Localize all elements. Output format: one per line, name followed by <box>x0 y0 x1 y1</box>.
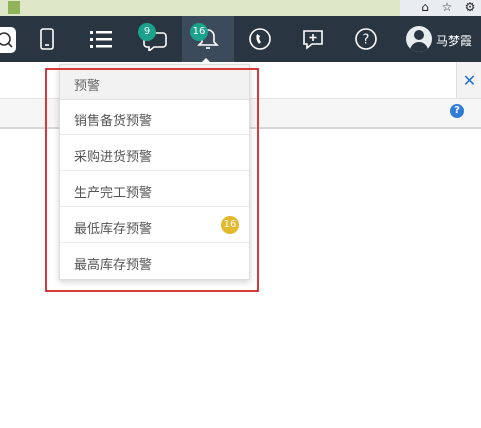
help-icon[interactable]: ? <box>450 104 464 118</box>
search-icon <box>0 32 13 48</box>
user-name[interactable]: 马梦霞 <box>436 32 472 49</box>
question-icon: ? <box>355 28 377 50</box>
messages-badge: 9 <box>138 23 156 41</box>
gear-icon[interactable]: ⚙ <box>461 0 479 14</box>
browser-chrome: ⌂ ☆ ⚙ <box>0 0 481 16</box>
close-tab-button[interactable]: ✕ <box>456 62 481 98</box>
list-button[interactable] <box>81 16 121 62</box>
mobile-button[interactable] <box>27 16 67 62</box>
close-icon: ✕ <box>462 70 477 90</box>
tab-favicon <box>8 1 20 14</box>
phone-button[interactable] <box>240 16 280 62</box>
svg-text:?: ? <box>363 33 370 48</box>
feedback-button[interactable] <box>293 16 333 62</box>
top-navbar: 9 16 ? 马梦霞 <box>0 16 481 62</box>
mobile-icon <box>40 28 54 50</box>
help-button[interactable]: ? <box>346 16 386 62</box>
avatar[interactable] <box>406 26 432 52</box>
home-icon[interactable]: ⌂ <box>416 0 434 14</box>
alerts-button[interactable] <box>182 16 234 62</box>
highlight-annotation <box>45 68 259 292</box>
messages-button[interactable] <box>134 16 174 62</box>
star-icon[interactable]: ☆ <box>438 0 456 14</box>
alerts-badge: 16 <box>190 23 208 41</box>
list-icon <box>90 31 112 48</box>
browser-tab[interactable] <box>0 0 400 16</box>
phone-icon <box>249 28 271 50</box>
feedback-icon <box>303 30 323 50</box>
search-input[interactable] <box>0 27 16 53</box>
